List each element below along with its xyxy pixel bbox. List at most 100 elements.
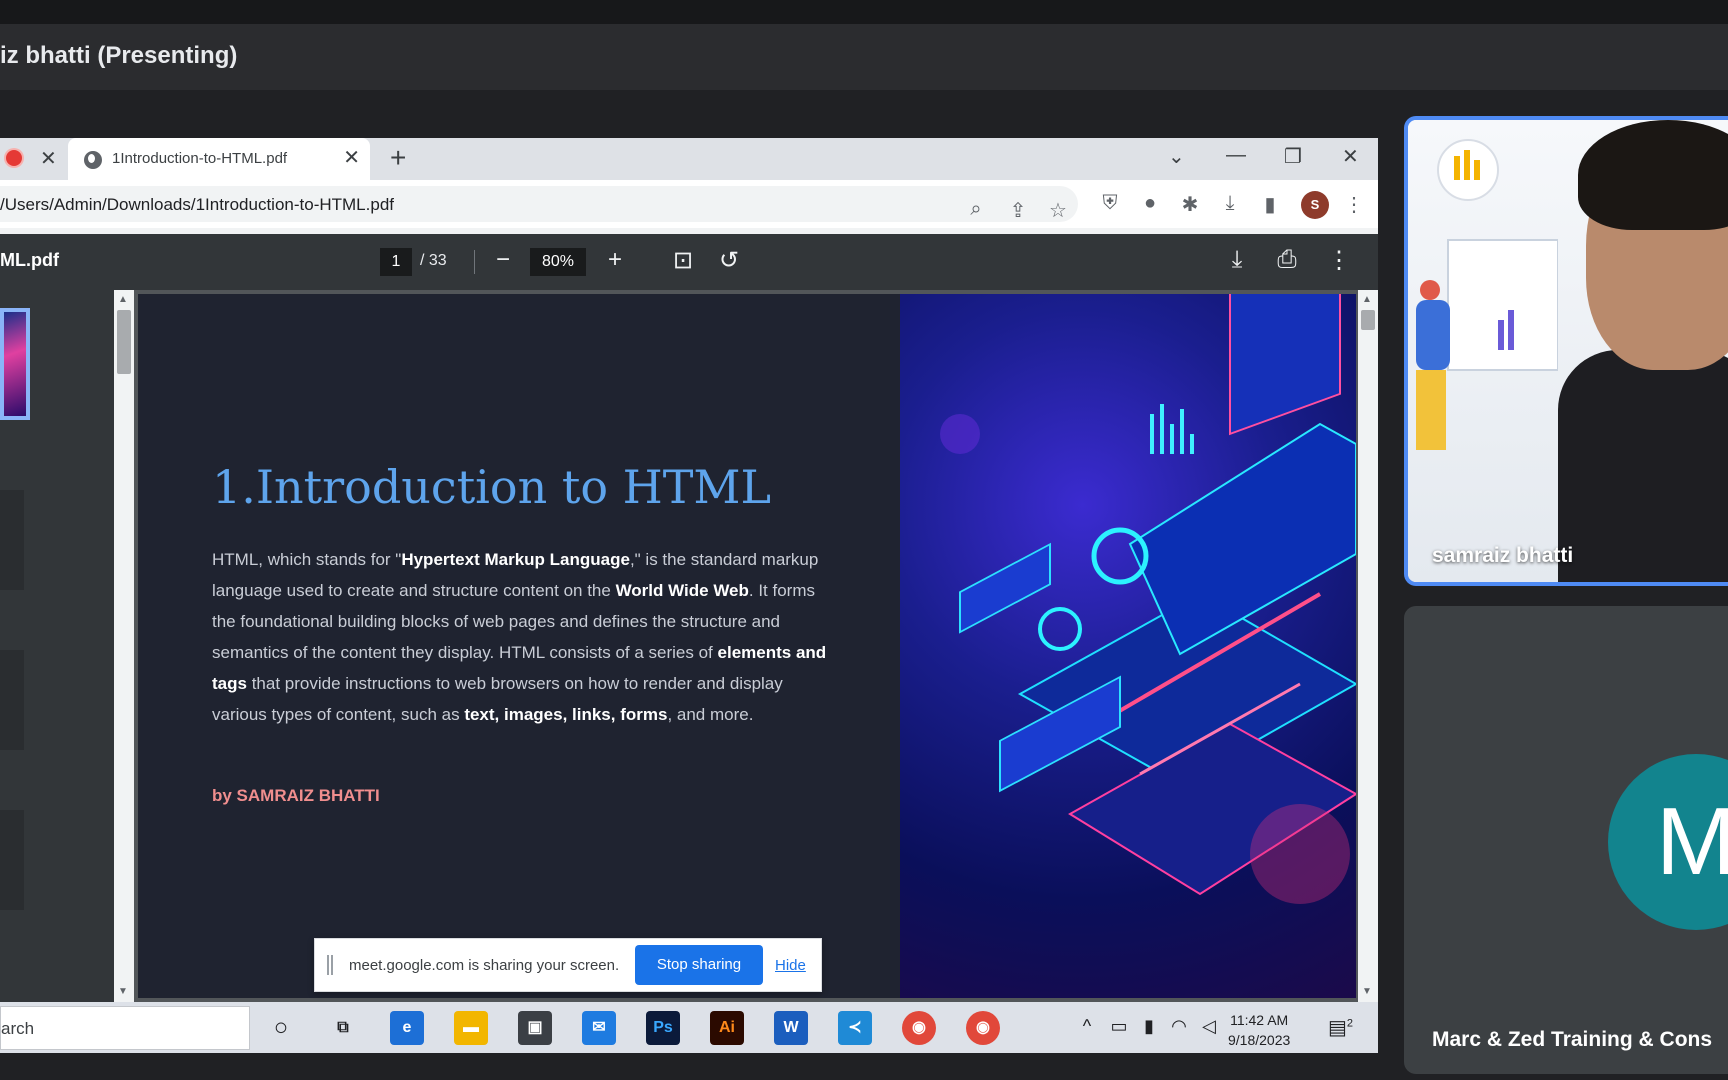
illustrator-icon[interactable]: Ai (710, 1011, 744, 1045)
windows-taskbar: arch ○ ⧉ e ▬ ▣ ✉ Ps Ai W ≺ ◉ ◉ ^ ▭ ▮ ◠ ◁… (0, 1002, 1378, 1053)
profile-avatar[interactable]: S (1301, 191, 1329, 219)
thumbnail-scrollbar[interactable]: ▲ ▼ (114, 290, 134, 1002)
wifi-icon[interactable]: ◠ (1168, 1016, 1190, 1037)
recording-icon (6, 150, 22, 166)
battery-icon[interactable]: ▭ (1108, 1016, 1130, 1037)
slide-author: by SAMRAIZ BHATTI (212, 786, 380, 805)
store-icon[interactable]: ▣ (518, 1011, 552, 1045)
side-panel-icon[interactable]: ▮ (1258, 192, 1282, 217)
notification-icon[interactable]: ▤2 (1328, 1015, 1353, 1040)
clock-date: 9/18/2023 (1228, 1032, 1291, 1048)
share-message: meet.google.com is sharing your screen. (349, 957, 620, 974)
zoom-level-input[interactable]: 80% (530, 248, 586, 276)
minimize-icon[interactable]: — (1226, 144, 1246, 167)
address-bar: /Users/Admin/Downloads/1Introduction-to-… (0, 180, 1378, 228)
taskbar-search-text[interactable]: arch (1, 1019, 34, 1039)
pdf-scrollbar[interactable]: ▲ ▼ (1358, 290, 1378, 1002)
participant-name: Marc & Zed Training & Cons (1432, 1028, 1713, 1051)
photoshop-icon[interactable]: Ps (646, 1011, 680, 1045)
page-thumbnail[interactable] (0, 810, 24, 910)
pdf-toolbar: ML.pdf 1 / 33 − 80% + ⊡ ↺ ⤓ ⎙ ⋮ (0, 234, 1378, 290)
edge-icon[interactable]: e (390, 1011, 424, 1045)
word-icon[interactable]: W (774, 1011, 808, 1045)
participant-name: samraiz bhatti (1432, 544, 1574, 567)
page-number-input[interactable]: 1 (380, 248, 412, 276)
file-explorer-icon[interactable]: ▬ (454, 1011, 488, 1045)
thumbnail-pane (0, 290, 118, 1002)
stop-sharing-button[interactable]: Stop sharing (635, 945, 763, 985)
rotate-icon[interactable]: ↺ (714, 246, 744, 275)
page-thumbnail[interactable] (0, 650, 24, 750)
scroll-down-arrow-icon[interactable]: ▼ (1362, 986, 1372, 997)
scrollbar-thumb[interactable] (117, 310, 131, 374)
participant-avatar-tile[interactable]: M Marc & Zed Training & Cons (1404, 606, 1728, 1074)
page-thumbnail-selected[interactable] (0, 308, 30, 420)
browser-tab-active[interactable]: 1Introduction-to-HTML.pdf ✕ (68, 138, 370, 180)
zoom-in-icon[interactable]: + (600, 246, 630, 274)
tab-search-icon[interactable]: ⌄ (1168, 144, 1185, 169)
screen-share-bar: meet.google.com is sharing your screen. … (314, 938, 822, 992)
shield-extension-icon[interactable]: ⛨ (1098, 192, 1122, 215)
pdf-download-icon[interactable]: ⤓ (1222, 246, 1252, 274)
whiteboard-illustration (1416, 139, 1558, 450)
toolbar-divider (474, 250, 475, 274)
participant-video-tile[interactable]: samraiz bhatti (1404, 116, 1728, 586)
tab-close-icon[interactable]: ✕ (343, 145, 360, 170)
scroll-down-arrow-icon[interactable]: ▼ (118, 986, 128, 997)
downloads-icon[interactable]: ⤓ (1218, 192, 1242, 215)
window-close-icon[interactable]: ✕ (1342, 144, 1359, 169)
pdf-file-name: ML.pdf (0, 250, 59, 270)
share-icon[interactable]: ⇪ (1006, 198, 1030, 223)
bookmark-star-icon[interactable]: ☆ (1046, 198, 1070, 223)
isometric-tech-art (940, 294, 1356, 904)
person-shoulders (1558, 350, 1728, 582)
tab-title: 1Introduction-to-HTML.pdf (112, 150, 288, 167)
chrome-profile-icon[interactable]: ◉ (966, 1011, 1000, 1045)
extensions-puzzle-icon[interactable]: ✱ (1178, 192, 1202, 217)
clock-time: 11:42 AM (1230, 1012, 1289, 1028)
tray-chevron-icon[interactable]: ^ (1076, 1016, 1098, 1037)
tech-illustration-image (900, 294, 1356, 998)
browser-tab-bar: ✕ 1Introduction-to-HTML.pdf ✕ + ⌄ — ❐ ✕ (0, 138, 1378, 180)
notification-count: 2 (1346, 1017, 1354, 1030)
mail-icon[interactable]: ✉ (582, 1011, 616, 1045)
person-hair (1578, 120, 1728, 230)
scroll-up-arrow-icon[interactable]: ▲ (1362, 294, 1372, 305)
slide-body-text: HTML, which stands for "Hypertext Markup… (212, 544, 832, 730)
cortana-icon[interactable]: ○ (264, 1011, 298, 1045)
fit-page-icon[interactable]: ⊡ (668, 246, 698, 275)
zoom-magnifier-icon[interactable]: ⌕ (964, 198, 988, 221)
taskbar-search-box[interactable]: arch (0, 1006, 250, 1050)
web-extension-icon[interactable]: ● (1138, 192, 1162, 215)
scrollbar-thumb[interactable] (1361, 310, 1375, 330)
meet-header: iz bhatti (Presenting) (0, 24, 1728, 90)
chrome-icon[interactable]: ◉ (902, 1011, 936, 1045)
microphone-icon[interactable]: ▮ (1138, 1016, 1160, 1037)
slide-body-run: HTML, which stands for " (212, 550, 402, 569)
page-thumbnail[interactable] (0, 490, 24, 590)
top-strip (0, 0, 1728, 24)
browser-menu-icon[interactable]: ⋮ (1342, 192, 1366, 217)
slide-body-bold-run: World Wide Web (615, 581, 749, 600)
close-icon[interactable]: ✕ (40, 146, 57, 171)
vscode-icon[interactable]: ≺ (838, 1011, 872, 1045)
volume-icon[interactable]: ◁ (1198, 1016, 1220, 1037)
task-view-icon[interactable]: ⧉ (326, 1011, 360, 1045)
scroll-up-arrow-icon[interactable]: ▲ (118, 294, 128, 305)
print-icon[interactable]: ⎙ (1272, 246, 1302, 274)
presenter-label: iz bhatti (Presenting) (0, 42, 238, 69)
shared-screen: ✕ 1Introduction-to-HTML.pdf ✕ + ⌄ — ❐ ✕ … (0, 138, 1378, 1053)
omnibox[interactable]: /Users/Admin/Downloads/1Introduction-to-… (0, 186, 1078, 222)
url-text[interactable]: /Users/Admin/Downloads/1Introduction-to-… (0, 195, 394, 215)
slide-body-bold-run: Hypertext Markup Language (401, 550, 630, 569)
new-tab-button[interactable]: + (390, 142, 406, 174)
restore-icon[interactable]: ❐ (1284, 144, 1302, 169)
page-total: / 33 (420, 252, 447, 269)
pdf-more-icon[interactable]: ⋮ (1324, 246, 1354, 275)
zoom-out-icon[interactable]: − (488, 246, 518, 274)
slide-body-run: , and more. (667, 705, 754, 724)
taskbar-clock[interactable]: 11:42 AM 9/18/2023 (1228, 1010, 1290, 1050)
drag-handle-icon[interactable] (327, 955, 333, 975)
hide-link[interactable]: Hide (775, 957, 806, 974)
pdf-body: ▲ ▼ 1.Introduction to HTML HTML, which s… (0, 290, 1378, 1002)
